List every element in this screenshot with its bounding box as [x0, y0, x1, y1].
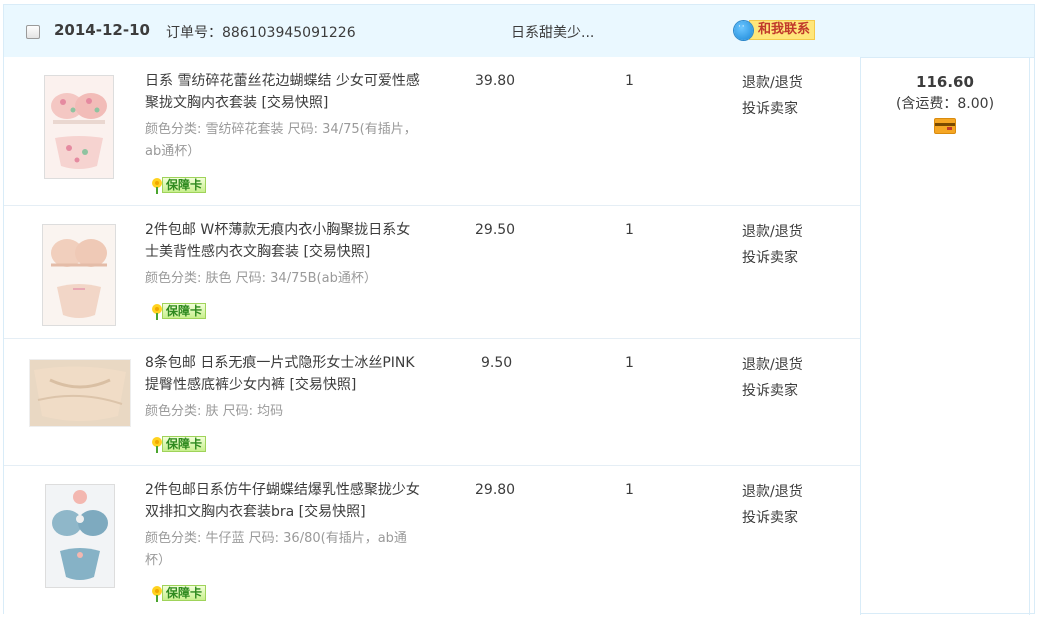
product-thumbnail-4[interactable]	[45, 484, 115, 588]
order-total: 116.60 (含运费：8.00)	[862, 71, 1028, 138]
contact-seller-button[interactable]: 和我联系	[734, 20, 816, 40]
chat-bubble-icon	[734, 20, 753, 40]
order-select-checkbox[interactable]	[26, 25, 40, 39]
guarantee-badge-2[interactable]: 保障卡	[150, 302, 207, 320]
lingerie-nude-image	[43, 225, 115, 325]
order-item-4: 2件包邮日系仿牛仔蝴蝶结爆乳性感聚拢少女双排扣文胸内衣套装bra [交易快照] …	[4, 466, 860, 616]
order-items: 日系 雪纺碎花蕾丝花边蝴蝶结 少女可爱性感聚拢文胸内衣套装 [交易快照] 颜色分…	[4, 57, 860, 616]
flower-icon	[150, 303, 164, 320]
refund-link[interactable]: 退款/退货	[742, 352, 803, 378]
shop-name-link[interactable]: 日系甜美少...	[511, 22, 594, 42]
complain-link[interactable]: 投诉卖家	[742, 505, 803, 531]
order-card: 2014-12-10 订单号：886103945091226 日系甜美少... …	[3, 4, 1035, 616]
product-thumbnail-2[interactable]	[42, 224, 116, 326]
refund-link[interactable]: 退款/退货	[742, 479, 803, 505]
item-title-1[interactable]: 日系 雪纺碎花蕾丝花边蝴蝶结 少女可爱性感聚拢文胸内衣套装 [交易快照]	[145, 70, 420, 114]
guarantee-badge-1[interactable]: 保障卡	[150, 176, 207, 194]
item-actions-4: 退款/退货 投诉卖家	[742, 479, 803, 531]
item-title-link-4[interactable]: 2件包邮日系仿牛仔蝴蝶结爆乳性感聚拢少女双排扣文胸内衣套装bra [交易快照]	[145, 482, 420, 520]
order-number-label: 订单号：	[166, 25, 222, 41]
guarantee-badge-4[interactable]: 保障卡	[150, 584, 207, 602]
complain-link[interactable]: 投诉卖家	[742, 96, 803, 122]
order-item-1: 日系 雪纺碎花蕾丝花边蝴蝶结 少女可爱性感聚拢文胸内衣套装 [交易快照] 颜色分…	[4, 57, 860, 206]
order-item-2: 2件包邮 W杯薄款无痕内衣小胸聚拢日系女士美背性感内衣文胸套装 [交易快照] 颜…	[4, 206, 860, 339]
order-total-amount: 116.60	[916, 73, 974, 91]
flower-icon	[150, 585, 164, 602]
guarantee-badge-label: 保障卡	[162, 585, 207, 601]
item-qty-4: 1	[625, 482, 634, 498]
item-sku-2: 颜色分类: 肤色 尺码: 34/75B(ab通杯）	[145, 271, 377, 286]
item-qty-1: 1	[625, 73, 634, 89]
item-price-2: 29.50	[475, 222, 516, 238]
complain-link[interactable]: 投诉卖家	[742, 245, 803, 271]
item-qty-2: 1	[625, 222, 634, 238]
panties-image	[30, 360, 130, 426]
item-title-3[interactable]: 8条包邮 日系无痕一片式隐形女士冰丝PINK提臀性感底裤少女内裤 [交易快照]	[145, 352, 420, 396]
order-shipping-fee: (含运费：8.00)	[895, 96, 995, 112]
item-title-2[interactable]: 2件包邮 W杯薄款无痕内衣小胸聚拢日系女士美背性感内衣文胸套装 [交易快照]	[145, 219, 420, 263]
order-number-value: 886103945091226	[222, 25, 356, 41]
product-thumbnail-3[interactable]	[29, 359, 131, 427]
order-date: 2014-12-10	[54, 21, 150, 39]
guarantee-badge-label: 保障卡	[162, 436, 207, 452]
item-qty-3: 1	[625, 355, 634, 371]
guarantee-badge-label: 保障卡	[162, 303, 207, 319]
order-header: 2014-12-10 订单号：886103945091226 日系甜美少... …	[4, 5, 1034, 58]
item-sku-1: 颜色分类: 雪纺碎花套装 尺码: 34/75(有插片，ab通杯）	[145, 122, 417, 159]
contact-seller-label: 和我联系	[749, 20, 816, 40]
item-title-link-3[interactable]: 8条包邮 日系无痕一片式隐形女士冰丝PINK提臀性感底裤少女内裤 [交易快照]	[145, 355, 415, 393]
complain-link[interactable]: 投诉卖家	[742, 378, 803, 404]
refund-link[interactable]: 退款/退货	[742, 70, 803, 96]
payment-detail[interactable]	[862, 115, 1028, 138]
refund-link[interactable]: 退款/退货	[742, 219, 803, 245]
flower-icon	[150, 436, 164, 453]
item-price-3: 9.50	[481, 355, 513, 371]
guarantee-badge-label: 保障卡	[162, 177, 207, 193]
lingerie-denim-image	[46, 485, 114, 587]
item-price-4: 29.80	[475, 482, 516, 498]
order-number: 订单号：886103945091226	[166, 22, 356, 42]
flower-icon	[150, 177, 164, 194]
card-icon	[934, 118, 956, 134]
item-title-4[interactable]: 2件包邮日系仿牛仔蝴蝶结爆乳性感聚拢少女双排扣文胸内衣套装bra [交易快照]	[145, 479, 420, 523]
item-price-1: 39.80	[475, 73, 516, 89]
item-title-link-1[interactable]: 日系 雪纺碎花蕾丝花边蝴蝶结 少女可爱性感聚拢文胸内衣套装 [交易快照]	[145, 73, 420, 111]
column-divider	[1029, 57, 1030, 615]
item-actions-1: 退款/退货 投诉卖家	[742, 70, 803, 122]
column-divider	[860, 57, 861, 615]
item-actions-2: 退款/退货 投诉卖家	[742, 219, 803, 271]
item-sku-3: 颜色分类: 肤 尺码: 均码	[145, 404, 284, 419]
item-actions-3: 退款/退货 投诉卖家	[742, 352, 803, 404]
item-title-link-2[interactable]: 2件包邮 W杯薄款无痕内衣小胸聚拢日系女士美背性感内衣文胸套装 [交易快照]	[145, 222, 410, 260]
product-thumbnail-1[interactable]	[44, 75, 114, 179]
guarantee-badge-3[interactable]: 保障卡	[150, 435, 207, 453]
order-item-3: 8条包邮 日系无痕一片式隐形女士冰丝PINK提臀性感底裤少女内裤 [交易快照] …	[4, 339, 860, 466]
lingerie-floral-image	[45, 76, 113, 178]
item-sku-4: 颜色分类: 牛仔蓝 尺码: 36/80(有插片，ab通杯）	[145, 531, 407, 568]
